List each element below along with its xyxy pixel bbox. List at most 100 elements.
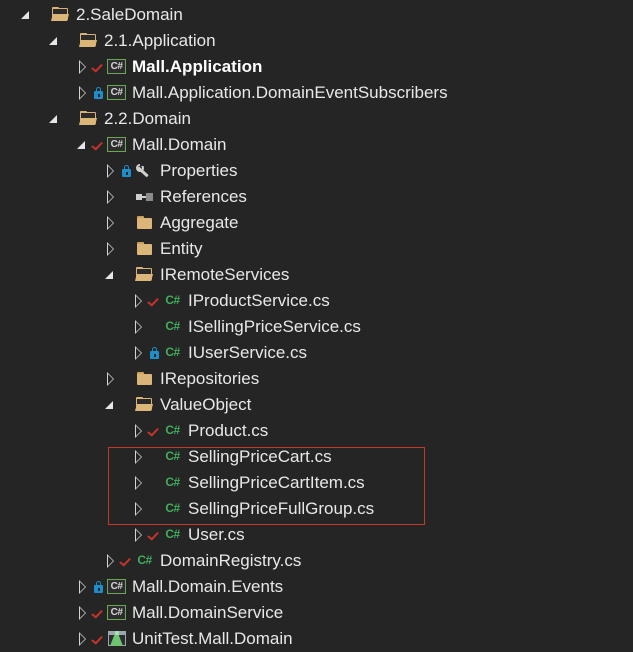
expander-collapsed-icon[interactable] — [102, 184, 120, 210]
csharp-file-icon: C# — [134, 548, 156, 574]
tree-row[interactable]: 2.2.Domain — [0, 106, 633, 132]
tree-row[interactable]: C# IProductService.cs — [0, 288, 633, 314]
source-control-check-icon — [92, 54, 106, 80]
tree-item-label: Mall.Domain — [132, 132, 226, 158]
source-control-check-icon — [148, 522, 162, 548]
tree-row[interactable]: 2.SaleDomain — [0, 2, 633, 28]
tree-item-label: UnitTest.Mall.Domain — [132, 626, 293, 652]
tree-item-label: Mall.Domain.Events — [132, 574, 283, 600]
expander-collapsed-icon[interactable] — [102, 236, 120, 262]
csharp-file-icon: C# — [162, 340, 184, 366]
expander-expanded-icon[interactable] — [18, 2, 36, 28]
expander-collapsed-icon[interactable] — [74, 54, 92, 80]
tree-row[interactable]: ValueObject — [0, 392, 633, 418]
expander-expanded-icon[interactable] — [46, 106, 64, 132]
folder-closed-icon — [134, 210, 156, 236]
source-control-check-icon — [92, 600, 106, 626]
tree-row[interactable]: C#Mall.DomainService — [0, 600, 633, 626]
tree-row[interactable]: C#SellingPriceCartItem.cs — [0, 470, 633, 496]
tree-row[interactable]: C# Mall.Domain.Events — [0, 574, 633, 600]
csharp-glyph: C# — [162, 293, 183, 308]
source-control-lock-icon — [120, 158, 134, 184]
tree-row[interactable]: Properties — [0, 158, 633, 184]
csharp-glyph: C# — [162, 449, 183, 464]
tree-row[interactable]: Aggregate — [0, 210, 633, 236]
tree-row[interactable]: IRemoteServices — [0, 262, 633, 288]
expander-collapsed-icon[interactable] — [130, 288, 148, 314]
expander-collapsed-icon[interactable] — [74, 626, 92, 652]
tree-row[interactable]: C#IUserService.cs — [0, 340, 633, 366]
badge-placeholder — [148, 470, 162, 496]
tree-item-label: IRepositories — [160, 366, 259, 392]
tree-row[interactable]: C#SellingPriceCart.cs — [0, 444, 633, 470]
tree-row[interactable]: C#ISellingPriceService.cs — [0, 314, 633, 340]
tree-item-label: ValueObject — [160, 392, 251, 418]
expander-expanded-icon[interactable] — [46, 28, 64, 54]
folder-open-icon — [78, 28, 100, 54]
folder-closed-icon — [134, 366, 156, 392]
tree-item-label: IProductService.cs — [188, 288, 330, 314]
tree-row[interactable]: C#Mall.Domain — [0, 132, 633, 158]
tree-row[interactable]: C# User.cs — [0, 522, 633, 548]
tree-item-label: User.cs — [188, 522, 245, 548]
csharp-project-icon: C# — [106, 132, 128, 158]
folder-open-icon — [134, 392, 156, 418]
tree-row[interactable]: Entity — [0, 236, 633, 262]
expander-collapsed-icon[interactable] — [130, 522, 148, 548]
badge-placeholder — [120, 366, 134, 392]
tree-item-label: Entity — [160, 236, 203, 262]
expander-expanded-icon[interactable] — [102, 392, 120, 418]
tree-row[interactable]: References — [0, 184, 633, 210]
tree-item-label: SellingPriceCartItem.cs — [188, 470, 365, 496]
badge-placeholder — [148, 496, 162, 522]
tree-item-label: ISellingPriceService.cs — [188, 314, 361, 340]
expander-collapsed-icon[interactable] — [130, 340, 148, 366]
tree-item-label: SellingPriceFullGroup.cs — [188, 496, 374, 522]
expander-collapsed-icon[interactable] — [130, 314, 148, 340]
badge-placeholder — [148, 444, 162, 470]
references-icon — [134, 184, 156, 210]
expander-collapsed-icon[interactable] — [130, 470, 148, 496]
tree-row[interactable]: UnitTest.Mall.Domain — [0, 626, 633, 652]
expander-collapsed-icon[interactable] — [130, 418, 148, 444]
folder-closed-icon — [134, 236, 156, 262]
expander-expanded-icon[interactable] — [74, 132, 92, 158]
tree-item-label: 2.SaleDomain — [76, 2, 183, 28]
csharp-glyph: C# — [106, 579, 127, 594]
expander-collapsed-icon[interactable] — [130, 444, 148, 470]
tree-row[interactable]: 2.1.Application — [0, 28, 633, 54]
unit-test-flask-icon — [106, 626, 128, 652]
expander-collapsed-icon[interactable] — [130, 496, 148, 522]
tree-row[interactable]: C#Mall.Application.DomainEventSubscriber… — [0, 80, 633, 106]
badge-placeholder — [120, 210, 134, 236]
tree-item-label: Aggregate — [160, 210, 238, 236]
source-control-lock-icon — [148, 340, 162, 366]
expander-collapsed-icon[interactable] — [102, 548, 120, 574]
expander-collapsed-icon[interactable] — [74, 600, 92, 626]
csharp-glyph: C# — [134, 553, 155, 568]
tree-row[interactable]: C# Product.cs — [0, 418, 633, 444]
csharp-project-icon: C# — [106, 54, 128, 80]
csharp-glyph: C# — [162, 423, 183, 438]
csharp-file-icon: C# — [162, 496, 184, 522]
tree-row[interactable]: C#DomainRegistry.cs — [0, 548, 633, 574]
tree-row[interactable]: C# SellingPriceFullGroup.cs — [0, 496, 633, 522]
csharp-glyph: C# — [162, 501, 183, 516]
expander-expanded-icon[interactable] — [102, 262, 120, 288]
badge-placeholder — [148, 314, 162, 340]
csharp-project-icon: C# — [106, 574, 128, 600]
tree-item-label: Product.cs — [188, 418, 268, 444]
csharp-glyph: C# — [162, 345, 183, 360]
expander-collapsed-icon[interactable] — [102, 210, 120, 236]
expander-collapsed-icon[interactable] — [74, 80, 92, 106]
badge-placeholder — [64, 28, 78, 54]
tree-row[interactable]: C#Mall.Application — [0, 54, 633, 80]
csharp-glyph: C# — [106, 59, 127, 74]
expander-collapsed-icon[interactable] — [74, 574, 92, 600]
solution-explorer-tree[interactable]: 2.SaleDomain2.1.ApplicationC#Mall.Applic… — [0, 0, 633, 651]
expander-collapsed-icon[interactable] — [102, 158, 120, 184]
tree-row[interactable]: IRepositories — [0, 366, 633, 392]
csharp-file-icon: C# — [162, 288, 184, 314]
csharp-glyph: C# — [162, 527, 183, 542]
expander-collapsed-icon[interactable] — [102, 366, 120, 392]
